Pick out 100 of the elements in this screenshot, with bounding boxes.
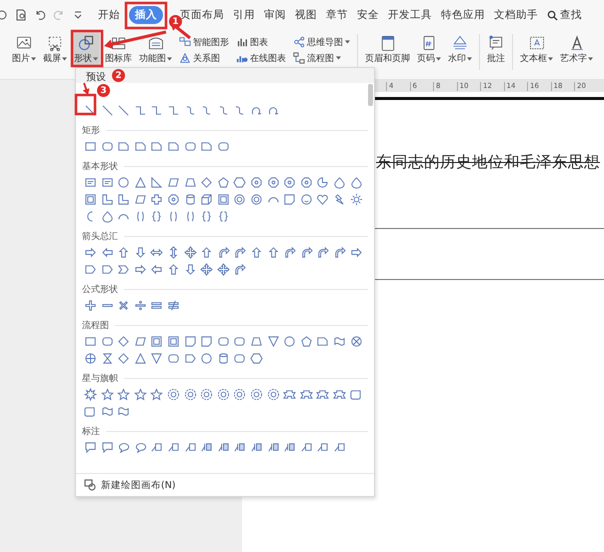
- menu-tab[interactable]: 审阅: [264, 6, 286, 24]
- sun-icon[interactable]: [350, 193, 362, 206]
- octagon-icon[interactable]: [266, 176, 280, 189]
- ribbon-button[interactable]: 页眉和页脚: [363, 32, 412, 65]
- arrow-curved-icon[interactable]: [332, 246, 346, 259]
- wave-icon[interactable]: [100, 405, 114, 418]
- circle-icon[interactable]: [117, 176, 130, 189]
- star-icon[interactable]: [150, 388, 164, 401]
- arrow-quad-icon[interactable]: [184, 246, 197, 259]
- rounded-rect-icon[interactable]: [100, 335, 114, 348]
- times-icon[interactable]: [117, 299, 130, 312]
- plus-icon[interactable]: [84, 299, 97, 312]
- rounded-rect-icon[interactable]: [233, 352, 246, 365]
- folded-note-icon[interactable]: [184, 335, 197, 348]
- menu-tab[interactable]: 章节: [326, 6, 348, 24]
- octagon-icon[interactable]: [250, 176, 263, 189]
- ribbon-button[interactable]: 艺术字: [558, 32, 595, 65]
- callout-bar-icon[interactable]: [233, 441, 246, 454]
- burst-icon[interactable]: [84, 388, 97, 401]
- menu-tab[interactable]: 引用: [233, 6, 255, 24]
- arrow-right-icon[interactable]: [350, 246, 362, 259]
- hexagon-icon[interactable]: [250, 352, 263, 365]
- menu-tab[interactable]: 文档助手: [494, 6, 538, 24]
- can-icon[interactable]: [216, 352, 230, 365]
- ribbon-button[interactable]: 页码: [415, 32, 443, 65]
- ribbon-button[interactable]: 思维导图: [293, 36, 350, 48]
- divide-icon[interactable]: [134, 299, 147, 312]
- rounded-rect-icon[interactable]: [216, 335, 230, 348]
- triangle-down-icon[interactable]: [266, 335, 280, 348]
- donut-icon[interactable]: [233, 193, 246, 206]
- snipped-rect-icon[interactable]: [150, 140, 164, 153]
- smiley-icon[interactable]: [300, 193, 313, 206]
- cube-icon[interactable]: [200, 193, 214, 206]
- star-icon[interactable]: [134, 388, 147, 401]
- triangle-down-icon[interactable]: [150, 352, 164, 365]
- scrollbar[interactable]: [368, 84, 373, 106]
- diamond-icon[interactable]: [117, 335, 130, 348]
- rect-icon[interactable]: [84, 335, 97, 348]
- arrow-curved-icon[interactable]: [316, 246, 330, 259]
- seal-icon[interactable]: [266, 388, 280, 401]
- menu-tab[interactable]: 开发工具: [388, 6, 432, 24]
- callout-line-icon[interactable]: [332, 441, 346, 454]
- arrow-down-icon[interactable]: [184, 263, 197, 276]
- arrow-right-icon[interactable]: [84, 246, 97, 259]
- rounded-rect-icon[interactable]: [100, 140, 114, 153]
- seal-icon[interactable]: [233, 388, 246, 401]
- circle-icon[interactable]: [283, 335, 296, 348]
- callout-line-icon[interactable]: [150, 441, 164, 454]
- cross-icon[interactable]: [150, 193, 164, 206]
- star-icon[interactable]: [100, 388, 114, 401]
- ribbon-button[interactable]: 图表: [236, 36, 286, 48]
- ribbon-icon[interactable]: [332, 388, 346, 401]
- frame-icon[interactable]: [166, 335, 180, 348]
- octagon-icon[interactable]: [300, 176, 313, 189]
- seal-icon[interactable]: [250, 388, 263, 401]
- trapezoid-icon[interactable]: [250, 335, 263, 348]
- ribbon-button[interactable]: 关系图: [179, 52, 229, 64]
- lightning-icon[interactable]: [332, 193, 346, 206]
- not-equal-icon[interactable]: [166, 299, 180, 312]
- circle-plus-icon[interactable]: [84, 352, 97, 365]
- pentagon-arrow-icon[interactable]: [84, 263, 97, 276]
- pentagon-arrow-icon[interactable]: [184, 352, 197, 365]
- pentagon-icon[interactable]: [300, 335, 313, 348]
- arrow-up-icon[interactable]: [117, 246, 130, 259]
- parallelogram-icon[interactable]: [166, 176, 180, 189]
- arrow-up-icon[interactable]: [266, 246, 280, 259]
- rounded-rect-icon[interactable]: [166, 352, 180, 365]
- rounded-rect-icon[interactable]: [233, 335, 246, 348]
- callout-bar-icon[interactable]: [200, 441, 214, 454]
- seal-icon[interactable]: [184, 388, 197, 401]
- right-triangle-icon[interactable]: [150, 176, 164, 189]
- ribbon-button[interactable]: 截屏: [41, 32, 69, 65]
- arrow-quad-icon[interactable]: [200, 263, 214, 276]
- menu-tab[interactable]: 插入: [129, 6, 163, 24]
- arrow-up-icon[interactable]: [166, 263, 180, 276]
- brace-icon[interactable]: [216, 210, 230, 223]
- rounded-rect-icon[interactable]: [184, 140, 197, 153]
- arrow-left-icon[interactable]: [100, 246, 114, 259]
- ribbon-button[interactable]: 水印: [446, 32, 474, 65]
- seal-icon[interactable]: [200, 388, 214, 401]
- brace-icon[interactable]: [150, 210, 164, 223]
- callout-bar-icon[interactable]: [250, 441, 263, 454]
- ribbon-icon[interactable]: [316, 388, 330, 401]
- heart-icon[interactable]: [316, 193, 330, 206]
- ribbon-button[interactable]: 图片: [10, 32, 38, 65]
- callout-line-icon[interactable]: [300, 441, 313, 454]
- drop-icon[interactable]: [332, 176, 346, 189]
- callout-bar-icon[interactable]: [216, 441, 230, 454]
- elbow-icon[interactable]: [150, 104, 164, 117]
- arrow-right-icon[interactable]: [134, 263, 147, 276]
- arrow-curved-icon[interactable]: [283, 246, 296, 259]
- ribbon-button[interactable]: 功能图: [137, 32, 174, 65]
- seal-icon[interactable]: [216, 388, 230, 401]
- trapezoid-icon[interactable]: [184, 176, 197, 189]
- snipped-rect-icon[interactable]: [166, 140, 180, 153]
- text-box-icon[interactable]: [100, 176, 114, 189]
- drop-icon[interactable]: [350, 176, 362, 189]
- menu-tab[interactable]: 开始: [98, 6, 120, 24]
- arrow-down-icon[interactable]: [134, 246, 147, 259]
- circle-x-icon[interactable]: [350, 335, 362, 348]
